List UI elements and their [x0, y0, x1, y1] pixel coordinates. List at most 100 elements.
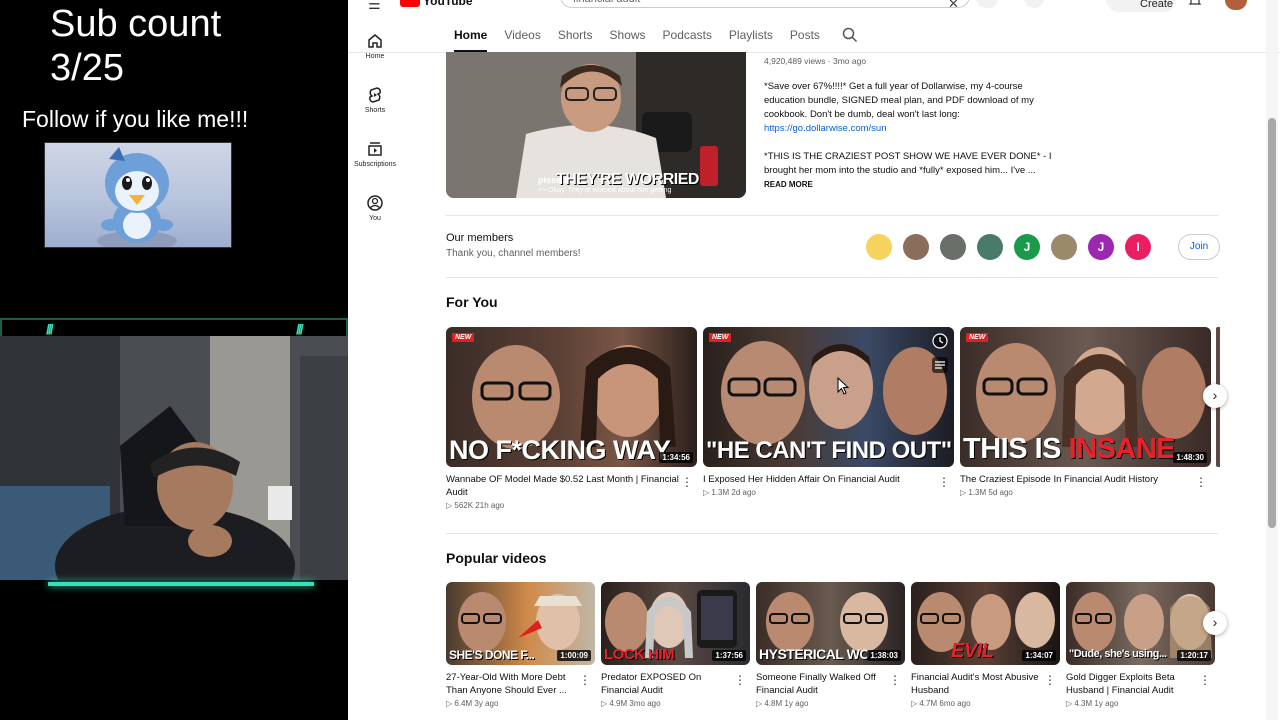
- video-title[interactable]: I Exposed Her Hidden Affair On Financial…: [703, 473, 954, 486]
- members-title: Our members: [446, 232, 514, 244]
- featured-video-stats: 4,920,489 views · 3mo ago: [764, 56, 867, 66]
- video-card[interactable]: NEW "HE CAN'T FIND OUT" I Exposed Her Hi…: [703, 327, 954, 497]
- video-thumbnail[interactable]: EVIL 1:34:07: [911, 582, 1060, 665]
- video-age: 2d ago: [731, 488, 756, 497]
- video-meta: ▷ 1.3M 2d ago: [703, 488, 756, 497]
- guide-label: Subscriptions: [353, 161, 397, 168]
- member-avatar[interactable]: J: [1088, 234, 1114, 260]
- more-options-icon[interactable]: ⋮: [579, 674, 591, 686]
- video-thumbnail[interactable]: "Dude, she's using... 1:20:17: [1066, 582, 1215, 665]
- video-meta: ▷ 1.3M 5d ago: [960, 488, 1013, 497]
- video-views: 4.3M: [1074, 699, 1093, 708]
- video-thumbnail[interactable]: HYSTERICAL WO... 1:38:03: [756, 582, 905, 665]
- member-avatar[interactable]: [866, 234, 892, 260]
- tab-videos[interactable]: Videos: [504, 24, 540, 52]
- channel-search-icon[interactable]: [842, 27, 858, 43]
- guide-item-you[interactable]: You: [348, 194, 402, 222]
- more-options-icon[interactable]: ⋮: [681, 476, 693, 488]
- description-link[interactable]: https://go.dollarwise.com/sun: [764, 123, 887, 134]
- video-title[interactable]: The Craziest Episode In Financial Audit …: [960, 473, 1211, 486]
- guide-item-subscriptions[interactable]: Subscriptions: [348, 140, 402, 168]
- for-you-next-button[interactable]: ›: [1203, 384, 1227, 408]
- more-options-icon[interactable]: ⋮: [938, 476, 950, 488]
- member-avatar[interactable]: [977, 234, 1003, 260]
- video-thumbnail[interactable]: NEW THIS IS INSANE 1:48:30: [960, 327, 1211, 467]
- video-meta: ▷ 4.3M 1y ago: [1066, 699, 1119, 708]
- youtube-logo-icon: [400, 0, 420, 7]
- tab-posts[interactable]: Posts: [790, 24, 820, 52]
- read-more-button[interactable]: READ MORE: [764, 178, 1064, 192]
- description-paragraph: *Save over 67%!!!!* Get a full year of D…: [764, 81, 1034, 120]
- join-button[interactable]: Join: [1178, 234, 1220, 260]
- tab-shows[interactable]: Shows: [610, 24, 646, 52]
- member-avatar[interactable]: [903, 234, 929, 260]
- create-button[interactable]: Create: [1106, 0, 1176, 12]
- video-title[interactable]: Wannabe OF Model Made $0.52 Last Month |…: [446, 473, 697, 499]
- voice-search-button[interactable]: [1024, 0, 1044, 8]
- video-card[interactable]: LOCK HIM 1:37:56 Predator EXPOSED On Fin…: [601, 582, 750, 708]
- member-avatar[interactable]: [940, 234, 966, 260]
- menu-icon[interactable]: ☰: [368, 0, 381, 13]
- video-card[interactable]: SHE'S DONE F... 1:00:09 27-Year-Old With…: [446, 582, 595, 708]
- video-thumbnail[interactable]: SHE'S DONE F... 1:00:09: [446, 582, 595, 665]
- video-card[interactable]: EVIL 1:34:07 Financial Audit's Most Abus…: [911, 582, 1060, 708]
- mouse-cursor-icon: [837, 376, 850, 395]
- guide-item-shorts[interactable]: Shorts: [348, 86, 402, 114]
- video-title[interactable]: Financial Audit's Most Abusive Husband: [911, 671, 1060, 697]
- webcam-frame-top: /// ///: [0, 318, 348, 337]
- video-card[interactable]: NEW THIS IS INSANE 1:48:30 The Craziest …: [960, 327, 1211, 497]
- clear-search-icon[interactable]: ✕: [948, 0, 959, 12]
- watch-later-icon[interactable]: [932, 333, 948, 349]
- tab-podcasts[interactable]: Podcasts: [663, 24, 712, 52]
- video-views: 6.4M: [454, 699, 473, 708]
- video-thumbnail[interactable]: LOCK HIM 1:37:56: [601, 582, 750, 665]
- search-input[interactable]: financial audit: [560, 0, 970, 8]
- more-options-icon[interactable]: ⋮: [889, 674, 901, 686]
- sub-count-value: 3/25: [50, 47, 124, 89]
- video-thumbnail[interactable]: NEW NO F*CKING WAY 1:34:56: [446, 327, 697, 467]
- video-age: 5d ago: [988, 488, 1013, 497]
- video-views: 4.9M: [609, 699, 628, 708]
- search-button[interactable]: [976, 0, 998, 8]
- member-avatar[interactable]: [1051, 234, 1077, 260]
- video-duration: 1:48:30: [1173, 452, 1207, 463]
- video-title[interactable]: Someone Finally Walked Off Financial Aud…: [756, 671, 905, 697]
- video-age: 1y ago: [1094, 699, 1119, 708]
- video-card[interactable]: "Dude, she's using... 1:20:17 Gold Digge…: [1066, 582, 1215, 708]
- featured-video-thumbnail[interactable]: pissed off THEY'RE WORRIED >> Okay. They…: [446, 52, 746, 198]
- more-options-icon[interactable]: ⋮: [734, 674, 746, 686]
- video-duration: 1:20:17: [1177, 650, 1211, 661]
- tab-playlists[interactable]: Playlists: [729, 24, 773, 52]
- new-badge: NEW: [709, 333, 732, 342]
- youtube-wordmark: YouTube: [423, 0, 473, 8]
- channel-tabs: Home Videos Shorts Shows Podcasts Playli…: [454, 24, 837, 52]
- section-divider: [446, 215, 1218, 216]
- home-icon: [368, 34, 382, 48]
- notifications-icon[interactable]: [1188, 0, 1202, 8]
- scrollbar-thumb[interactable]: [1268, 118, 1276, 528]
- account-avatar[interactable]: [1225, 0, 1247, 10]
- more-options-icon[interactable]: ⋮: [1044, 674, 1056, 686]
- more-options-icon[interactable]: ⋮: [1195, 476, 1207, 488]
- more-options-icon[interactable]: ⋮: [1199, 674, 1211, 686]
- video-card[interactable]: HYSTERICAL WO... 1:38:03 Someone Finally…: [756, 582, 905, 708]
- video-title[interactable]: 27-Year-Old With More Debt Than Anyone S…: [446, 671, 595, 697]
- guide-item-home[interactable]: Home: [348, 32, 402, 60]
- stream-overlay: Sub count 3/25 Follow if you like me!!!: [0, 0, 348, 720]
- tab-home[interactable]: Home: [454, 24, 488, 52]
- video-age: 3mo ago: [629, 699, 661, 708]
- video-title[interactable]: Predator EXPOSED On Financial Audit: [601, 671, 750, 697]
- youtube-logo[interactable]: YouTube: [400, 0, 473, 8]
- member-avatar[interactable]: J: [1014, 234, 1040, 260]
- add-to-queue-icon[interactable]: [932, 357, 948, 373]
- video-duration: 1:34:07: [1022, 650, 1056, 661]
- popular-next-button[interactable]: ›: [1203, 611, 1227, 635]
- video-card[interactable]: NEW NO F*CKING WAY 1:34:56 Wannabe OF Mo…: [446, 327, 697, 510]
- member-avatar[interactable]: I: [1125, 234, 1151, 260]
- tab-shorts[interactable]: Shorts: [558, 24, 593, 52]
- video-thumbnail[interactable]: NEW "HE CAN'T FIND OUT": [703, 327, 954, 467]
- thumbnail-caption: THIS IS INSANE: [963, 433, 1176, 466]
- video-views: 1.3M: [711, 488, 730, 497]
- webcam-glow-bar: [48, 582, 314, 586]
- video-title[interactable]: Gold Digger Exploits Beta Husband | Fina…: [1066, 671, 1215, 697]
